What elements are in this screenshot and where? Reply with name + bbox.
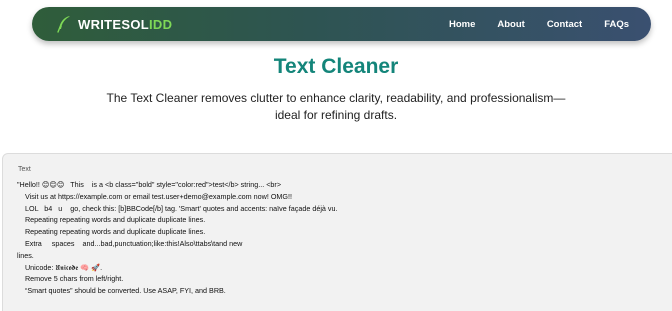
page: WRITESOLIDD Home About Contact FAQs Text… [0,0,672,311]
text-input-label: Text [18,166,31,173]
nav-link-contact[interactable]: Contact [547,19,582,30]
text-input-area[interactable]: "Hello!! 😊😊😊 This is a <b class="bold" s… [17,179,657,297]
nav-link-about[interactable]: About [497,19,524,30]
page-title: Text Cleaner [273,55,399,78]
brand-logo-link[interactable]: WRITESOLIDD [54,14,172,34]
nav-link-home[interactable]: Home [449,19,475,30]
feather-logo-icon [57,16,70,33]
navbar: WRITESOLIDD Home About Contact FAQs [32,7,651,41]
brand-name: WRITESOLIDD [78,17,172,32]
nav-links: Home About Contact FAQs [449,19,629,30]
text-input-panel: Text "Hello!! 😊😊😊 This is a <b class="bo… [2,153,672,311]
nav-link-faqs[interactable]: FAQs [604,19,629,30]
brand-name-accent: IDD [149,16,173,32]
brand-name-main: WRITESOL [78,16,150,32]
page-subtitle: The Text Cleaner removes clutter to enha… [106,91,566,122]
